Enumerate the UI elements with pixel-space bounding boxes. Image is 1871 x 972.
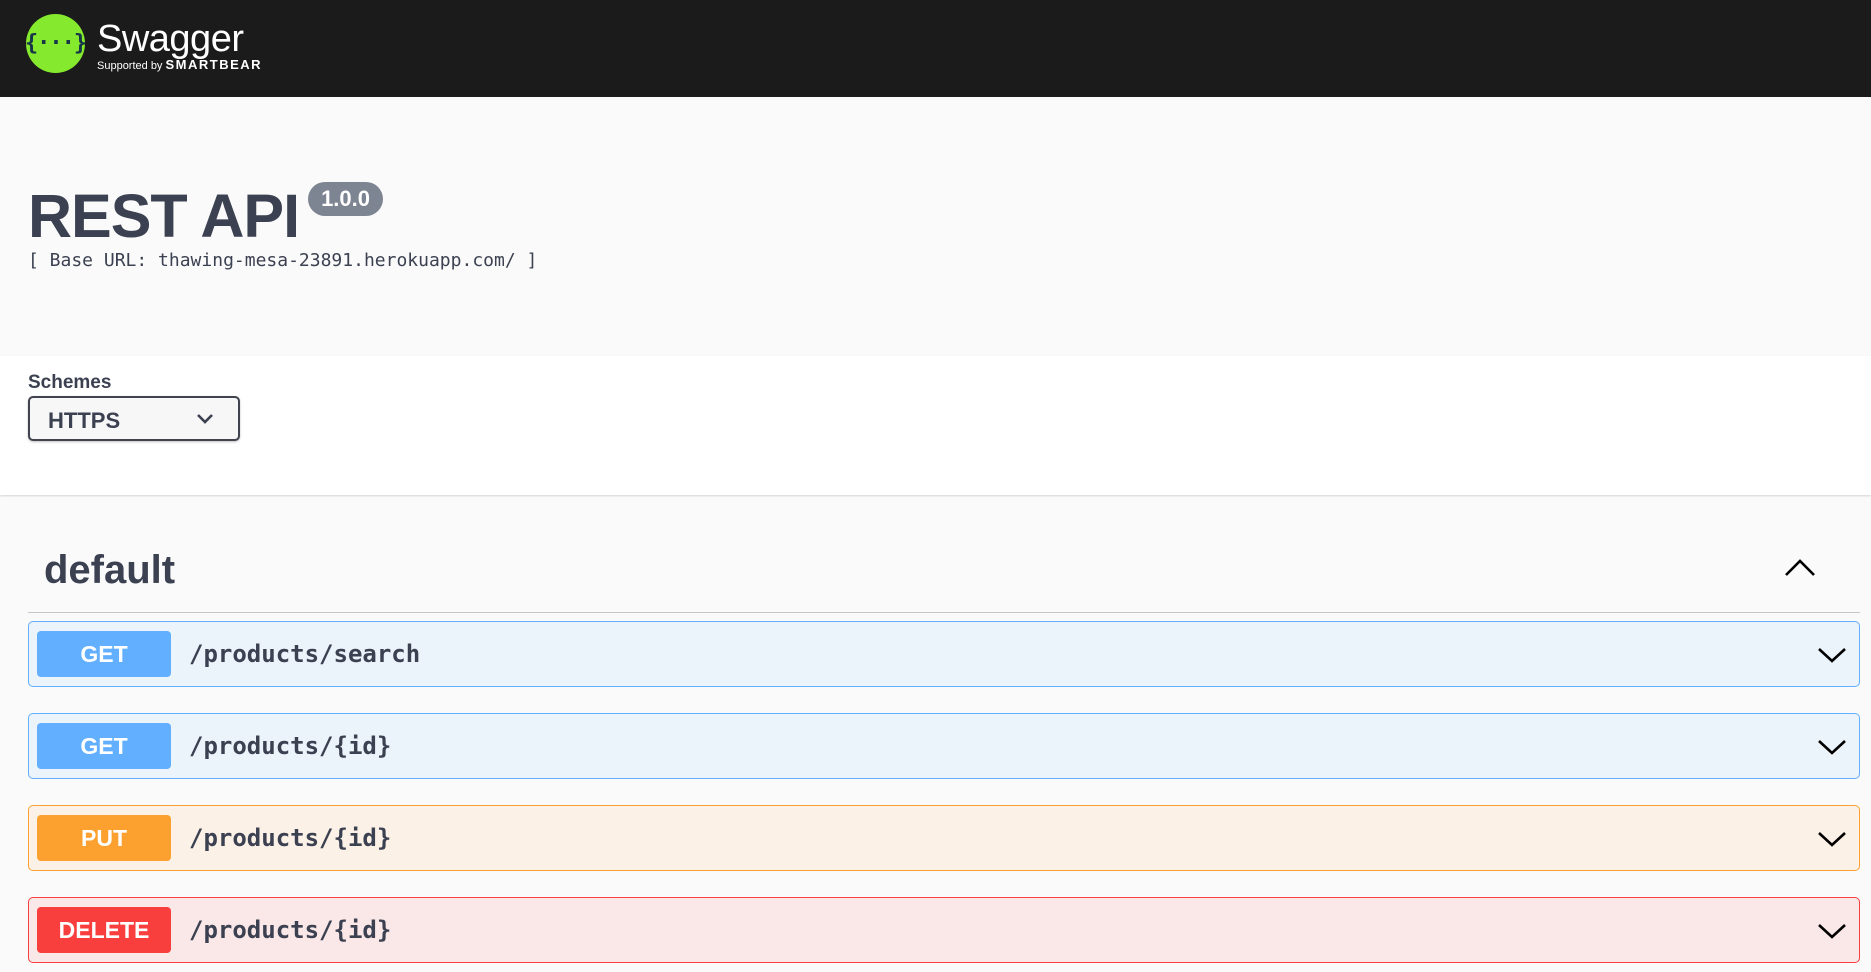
company-name: SMARTBEAR [165, 57, 263, 72]
api-info: REST API 1.0.0 [ Base URL: thawing-mesa-… [0, 97, 1871, 356]
api-title-row: REST API 1.0.0 [28, 182, 383, 250]
schemes-selected-value: HTTPS [48, 408, 121, 433]
base-url: [ Base URL: thawing-mesa-23891.herokuapp… [28, 250, 538, 271]
chevron-down-icon [197, 414, 213, 424]
chevron-down-icon[interactable] [1817, 922, 1847, 940]
operation-path: /products/{id} [189, 916, 392, 944]
operation-path: /products/{id} [189, 824, 392, 852]
schemes-panel: Schemes HTTPS [0, 356, 1871, 495]
method-badge: GET [37, 723, 171, 769]
swagger-logo[interactable]: {···} Swagger Supported by SMARTBEAR [25, 14, 262, 73]
page-title: REST API [28, 182, 300, 250]
chevron-down-icon[interactable] [1817, 738, 1847, 756]
operation-path: /products/{id} [189, 732, 392, 760]
method-badge: PUT [37, 815, 171, 861]
schemes-select[interactable]: HTTPS [28, 396, 240, 441]
logo-text: Swagger Supported by SMARTBEAR [97, 14, 262, 72]
method-badge: GET [37, 631, 171, 677]
schemes-label: Schemes [28, 372, 112, 393]
method-badge: DELETE [37, 907, 171, 953]
chevron-down-icon[interactable] [1817, 646, 1847, 664]
section-default-header[interactable]: default [28, 532, 1860, 613]
operation-path: /products/search [189, 640, 421, 668]
supported-by: Supported by SMARTBEAR [97, 57, 263, 72]
section-title: default [44, 548, 176, 592]
operation-get-products-id[interactable]: GET /products/{id} [28, 713, 1860, 779]
operation-put-products-id[interactable]: PUT /products/{id} [28, 805, 1860, 871]
version-badge: 1.0.0 [308, 182, 383, 216]
operation-delete-products-id[interactable]: DELETE /products/{id} [28, 897, 1860, 963]
operation-get-products-search[interactable]: GET /products/search [28, 621, 1860, 687]
swagger-logo-icon: {···} [25, 14, 87, 73]
brand-name: Swagger [97, 18, 244, 60]
topbar: {···} Swagger Supported by SMARTBEAR [0, 0, 1871, 97]
chevron-down-icon[interactable] [1817, 830, 1847, 848]
chevron-up-icon[interactable] [1784, 558, 1816, 578]
